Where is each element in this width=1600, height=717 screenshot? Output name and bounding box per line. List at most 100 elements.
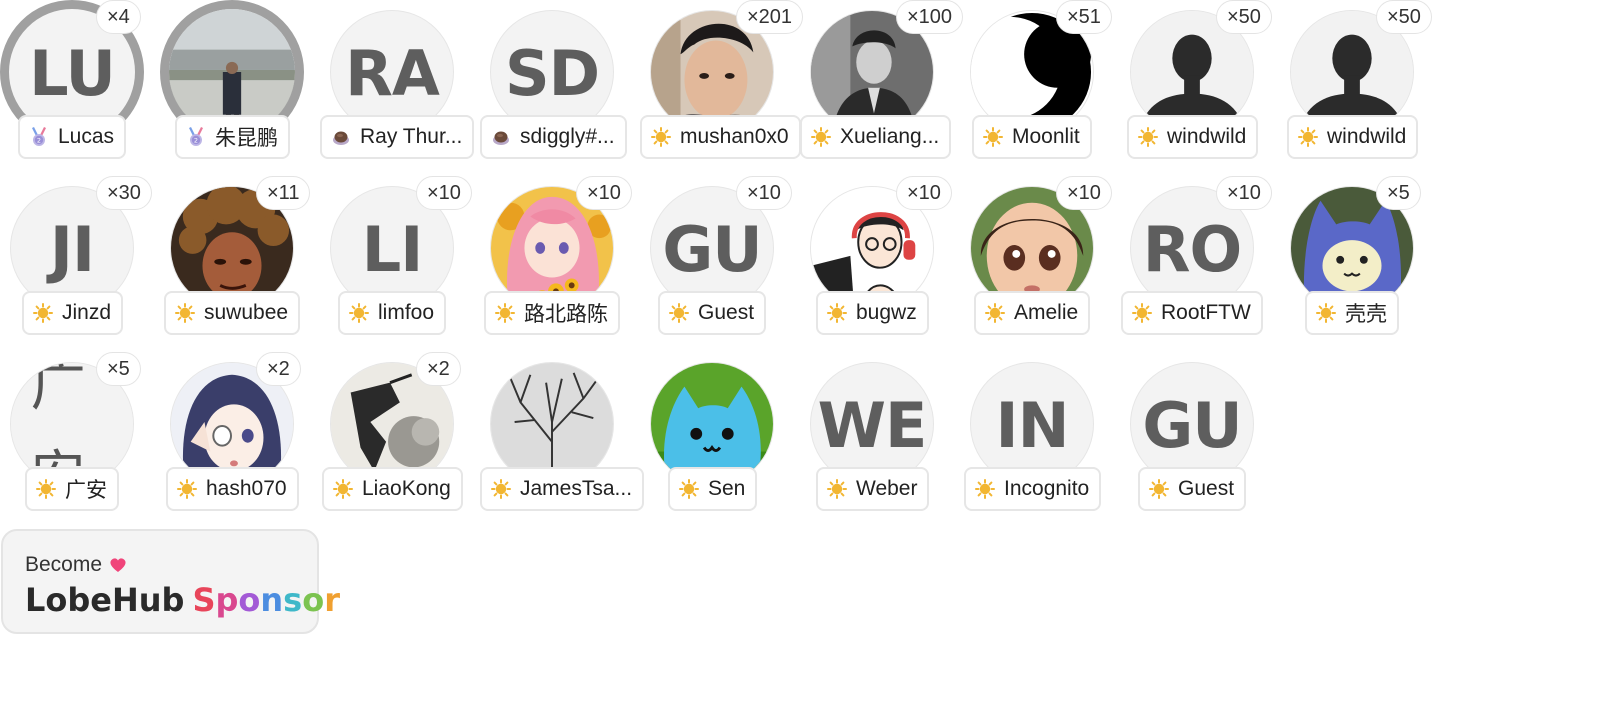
sponsor-card-item[interactable]: ×11 suwubee (160, 176, 320, 352)
sun-tier-icon (668, 302, 690, 324)
sponsor-card-item[interactable]: GU Guest (1120, 352, 1280, 528)
sun-tier-icon (348, 302, 370, 324)
sponsor-card-item[interactable]: JI ×30 Jinzd (0, 176, 160, 352)
sponsor-name-tag[interactable]: windwild (1287, 115, 1419, 159)
sponsor-name: bugwz (856, 301, 917, 324)
avatar-initials: RA (345, 36, 440, 110)
sun-tier-icon (982, 126, 1004, 148)
sponsor-card-item[interactable]: Sen (640, 352, 800, 528)
sponsor-name: Lucas (58, 125, 115, 148)
sponsor-name: suwubee (204, 301, 289, 324)
avatar-initials: JI (49, 212, 95, 286)
coffee-tier-icon (490, 126, 512, 148)
sponsor-card-item[interactable]: JamesTsa... (480, 352, 645, 528)
sponsor-name-tag[interactable]: sdiggly#... (480, 115, 627, 159)
sun-tier-icon (650, 126, 672, 148)
sponsor-card-item[interactable]: ×50 windwild (1120, 0, 1280, 176)
sponsor-name-tag[interactable]: Moonlit (972, 115, 1092, 159)
sponsor-name-tag[interactable]: hash070 (166, 467, 299, 511)
sponsor-count-badge: ×5 (1376, 176, 1421, 210)
sponsor-name-tag[interactable]: Xueliang... (800, 115, 952, 159)
sponsor-name-tag[interactable]: Jinzd (22, 291, 124, 335)
sponsor-name-tag[interactable]: 壳壳 (1305, 291, 1399, 335)
sponsor-name-tag[interactable]: Guest (658, 291, 767, 335)
sun-tier-icon (678, 478, 700, 500)
sponsor-card-item[interactable]: ×51 Moonlit (960, 0, 1120, 176)
sun-tier-icon (490, 478, 512, 500)
sponsor-name-tag[interactable]: Ray Thur... (320, 115, 475, 159)
sponsor-name-tag[interactable]: 广安 (25, 467, 119, 511)
sponsor-count-badge: ×10 (416, 176, 472, 210)
sponsor-count-badge: ×11 (256, 176, 311, 210)
medal-tier-icon: 2 (185, 126, 207, 148)
sponsor-count-badge: ×10 (1056, 176, 1112, 210)
sponsor-name-tag[interactable]: RootFTW (1121, 291, 1263, 335)
sun-tier-icon (494, 302, 516, 324)
sponsor-card-item[interactable]: IN Incognito (960, 352, 1120, 528)
sponsor-name: Amelie (1014, 301, 1079, 324)
sponsor-card-item[interactable]: GU ×10 Guest (640, 176, 800, 352)
sponsor-card-item[interactable]: SD sdiggly#... (480, 0, 640, 176)
sponsor-count-badge: ×10 (576, 176, 632, 210)
sponsor-name-tag[interactable]: Sen (668, 467, 758, 511)
sponsor-name-tag[interactable]: Incognito (964, 467, 1102, 511)
sponsor-name-tag[interactable]: Weber (816, 467, 930, 511)
sun-tier-icon (35, 478, 57, 500)
sponsor-card-item[interactable]: ×100 Xueliang... (800, 0, 964, 176)
sponsor-card-item[interactable]: ×201 mushan0x0 (640, 0, 804, 176)
sponsor-name-tag[interactable]: Amelie (974, 291, 1091, 335)
sun-tier-icon (1297, 126, 1319, 148)
sponsor-name: LiaoKong (362, 477, 451, 500)
sun-tier-icon (1131, 302, 1153, 324)
sun-tier-icon (176, 478, 198, 500)
sponsor-name-tag[interactable]: 路北路陈 (484, 291, 620, 335)
sponsor-name-tag[interactable]: 2 朱昆鹏 (175, 115, 290, 159)
sun-tier-icon (174, 302, 196, 324)
sponsor-name-tag[interactable]: limfoo (338, 291, 447, 335)
svg-text:2: 2 (194, 137, 198, 145)
sponsor-card-item[interactable]: ×2 LiaoKong (320, 352, 480, 528)
become-sponsor-card[interactable]: Become LobeHub Sponsor (1, 529, 340, 634)
sponsor-card-item[interactable]: LI ×10 limfoo (320, 176, 480, 352)
sponsor-card-item[interactable]: ×2 hash070 (160, 352, 320, 528)
sponsor-count-badge: ×100 (896, 0, 964, 34)
sponsor-name: sdiggly#... (520, 125, 615, 148)
sponsor-card-item[interactable]: ×10 Amelie (960, 176, 1120, 352)
sponsor-card-item[interactable]: ×10 路北路陈 (480, 176, 640, 352)
sponsor-grid: LU ×4 2 Lucas 2 朱昆鹏 RA Ray Thur... SD sdiggly#...… (0, 0, 1600, 540)
sun-tier-icon (826, 478, 848, 500)
sponsor-name-tag[interactable]: suwubee (164, 291, 301, 335)
avatar-initials: LI (361, 212, 424, 286)
sponsor-name-tag[interactable]: JamesTsa... (480, 467, 645, 511)
become-text: Become (25, 553, 103, 576)
sponsor-card-item[interactable]: LU ×4 2 Lucas (0, 0, 160, 176)
sponsor-card-item[interactable]: ×10 bugwz (800, 176, 960, 352)
sponsor-name: Moonlit (1012, 125, 1080, 148)
sponsor-name-tag[interactable]: mushan0x0 (640, 115, 801, 159)
sponsor-count-badge: ×51 (1056, 0, 1112, 34)
medal-tier-icon: 2 (28, 126, 50, 148)
sponsor-card-item[interactable]: RO ×10 RootFTW (1120, 176, 1280, 352)
sponsor-name: RootFTW (1161, 301, 1251, 324)
sponsor-card-item[interactable]: 广安 ×5 广安 (0, 352, 160, 528)
sponsor-count-badge: ×4 (96, 0, 141, 34)
sun-tier-icon (826, 302, 848, 324)
lobehub-sponsor-title: LobeHub Sponsor (25, 581, 340, 619)
sponsor-card-item[interactable]: ×5 壳壳 (1280, 176, 1440, 352)
sponsor-name-tag[interactable]: windwild (1127, 115, 1259, 159)
sponsor-name: Jinzd (62, 301, 112, 324)
sponsor-name: windwild (1167, 125, 1247, 148)
sponsor-card-item[interactable]: 2 朱昆鹏 (160, 0, 320, 176)
sponsor-card-item[interactable]: ×50 windwild (1280, 0, 1440, 176)
sponsor-card-item[interactable]: RA Ray Thur... (320, 0, 480, 176)
avatar-initials: GU (662, 212, 762, 286)
sponsor-name-tag[interactable]: bugwz (816, 291, 929, 335)
sponsor-name: windwild (1327, 125, 1407, 148)
sponsor-name-tag[interactable]: LiaoKong (322, 467, 463, 511)
svg-text:广: 广 (31, 363, 86, 417)
sponsor-name: Ray Thur... (360, 125, 463, 148)
sponsor-name: limfoo (378, 301, 435, 324)
sponsor-name-tag[interactable]: Guest (1138, 467, 1247, 511)
sponsor-name-tag[interactable]: 2 Lucas (18, 115, 127, 159)
sponsor-card-item[interactable]: WE Weber (800, 352, 960, 528)
